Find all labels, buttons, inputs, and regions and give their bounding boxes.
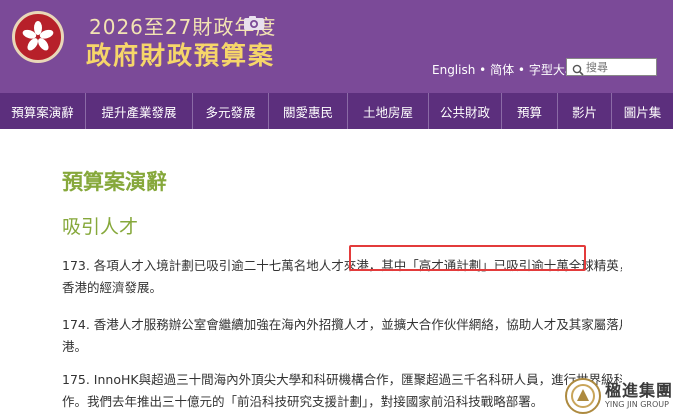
- nav-item-public-finance[interactable]: 公共財政: [429, 93, 502, 129]
- paragraph-line: 香港的經濟發展。: [62, 280, 163, 295]
- budget-main-title: 政府財政預算案: [86, 41, 276, 70]
- camera-icon[interactable]: [243, 15, 265, 35]
- lang-english-link[interactable]: English: [432, 63, 475, 77]
- watermark-name-cn: 楹進集團: [605, 381, 673, 400]
- section-title: 吸引人才: [62, 216, 139, 238]
- nav-item-photo-gallery[interactable]: 圖片集: [612, 93, 673, 129]
- paragraph-175: 175. InnoHK與超過三十間海內外頂尖大學和科研機構合作，匯聚超過三千名科…: [62, 369, 622, 413]
- nav-item-budget-speech[interactable]: 預算案演辭: [0, 93, 86, 129]
- lang-simplified-link[interactable]: 简体: [490, 63, 514, 77]
- hksar-emblem-icon[interactable]: [12, 11, 64, 63]
- nav-item-land-housing[interactable]: 土地房屋: [348, 93, 429, 129]
- paragraph-174: 174. 香港人才服務辦公室會繼續加強在海內外招攬人才，並擴大合作伙伴網絡，協助…: [62, 314, 622, 358]
- watermark-logo: 楹進集團 YING JIN GROUP: [565, 376, 672, 416]
- main-nav: 預算案演辭 提升產業發展 多元發展 關愛惠民 土地房屋 公共財政 預算 影片 圖…: [0, 93, 673, 129]
- search-icon[interactable]: [572, 61, 584, 80]
- nav-item-industry-development[interactable]: 提升產業發展: [86, 93, 193, 129]
- search-input[interactable]: [586, 59, 654, 75]
- paragraph-line: 174. 香港人才服務辦公室會繼續加強在海內外招攬人才，並擴大合作伙伴網絡，協助…: [62, 317, 622, 332]
- nav-item-diversified-development[interactable]: 多元發展: [193, 93, 269, 129]
- search-box[interactable]: [566, 58, 657, 76]
- nav-item-budget[interactable]: 預算: [502, 93, 558, 129]
- lang-separator: •: [479, 63, 487, 77]
- paragraph-line: 作。我們去年推出三十億元的「前沿科技研究支援計劃」，對接國家前沿科技戰略部署。: [62, 394, 544, 409]
- paragraph-line: 175. InnoHK與超過三十間海內外頂尖大學和科研機構合作，匯聚超過三千名科…: [62, 372, 622, 387]
- paragraph-line: 港。: [62, 339, 88, 354]
- watermark-name-en: YING JIN GROUP: [605, 400, 669, 409]
- lang-separator: •: [517, 63, 525, 77]
- highlight-box: [349, 245, 586, 271]
- ying-jin-logo-icon: [565, 378, 601, 414]
- page-title: 預算案演辭: [62, 170, 167, 194]
- language-bar: English • 简体 • 字型大小: [432, 61, 577, 78]
- nav-item-videos[interactable]: 影片: [558, 93, 612, 129]
- site-header: 2026至27財政年度 政府財政預算案 English • 简体 • 字型大小: [0, 0, 673, 93]
- nav-item-caring-for-people[interactable]: 關愛惠民: [269, 93, 348, 129]
